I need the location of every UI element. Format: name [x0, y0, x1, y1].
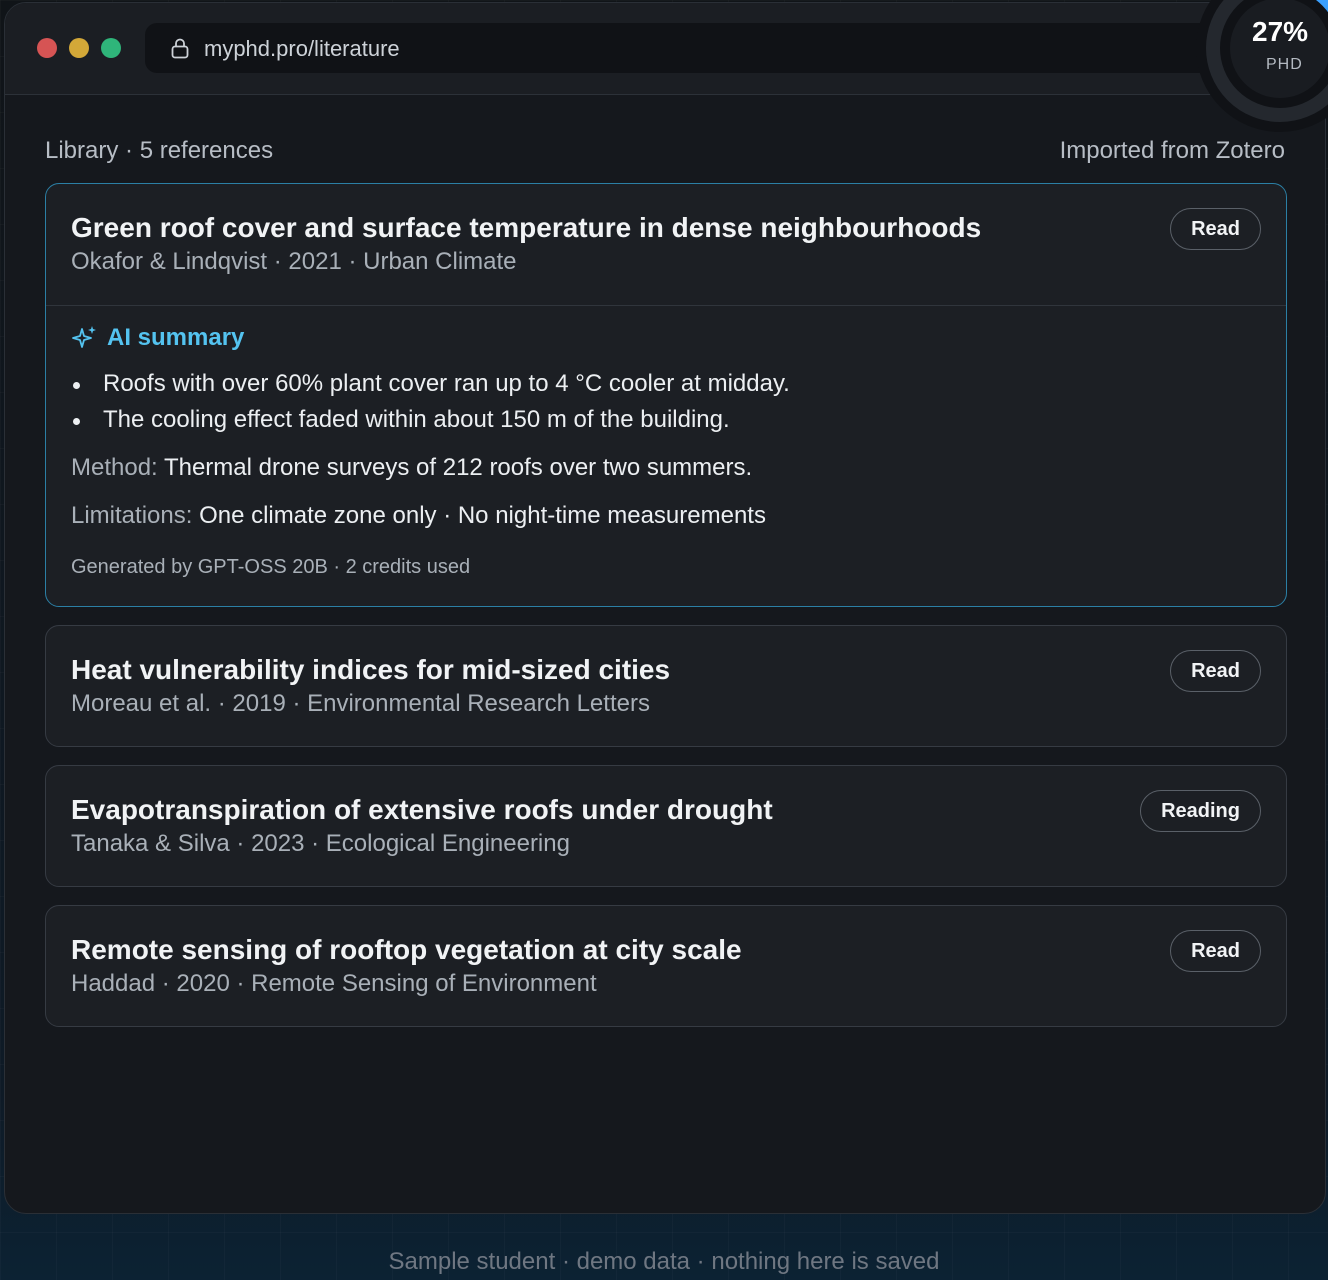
method-text: Thermal drone surveys of 212 roofs over …	[163, 454, 753, 481]
paper-card[interactable]: Green roof cover and surface temperature…	[45, 183, 1287, 607]
paper-card[interactable]: Heat vulnerability indices for mid-sized…	[45, 625, 1287, 747]
paper-card[interactable]: Remote sensing of rooftop vegetation at …	[45, 905, 1287, 1027]
address-bar[interactable]: myphd.pro/literature	[145, 23, 1265, 73]
read-status-button[interactable]: Read	[1170, 208, 1261, 250]
paper-title[interactable]: Evapotranspiration of extensive roofs un…	[71, 794, 773, 826]
library-title: Library · 5 references	[45, 137, 274, 164]
url-text: myphd.pro/literature	[204, 36, 400, 61]
paper-meta: Haddad · 2020 · Remote Sensing of Enviro…	[71, 970, 597, 997]
method-row: Method: Thermal drone surveys of 212 roo…	[71, 454, 752, 482]
minimize-window-button[interactable]	[69, 38, 89, 58]
ai-summary-label: AI summary	[107, 324, 245, 351]
sparkle-icon	[72, 326, 96, 348]
read-status-button[interactable]: Read	[1170, 930, 1261, 972]
read-status-button[interactable]: Read	[1170, 650, 1261, 692]
footer-note: Sample student · demo data · nothing her…	[388, 1248, 940, 1275]
lock-icon	[171, 38, 189, 59]
limitations-label: Limitations:	[71, 502, 193, 529]
limitations-text: One climate zone only · No night-time me…	[199, 502, 766, 529]
summary-bullet: Roofs with over 60% plant cover ran up t…	[71, 370, 790, 406]
card-divider	[46, 305, 1286, 306]
paper-meta: Okafor & Lindqvist · 2021 · Urban Climat…	[71, 248, 517, 275]
summary-bullets: Roofs with over 60% plant cover ran up t…	[71, 370, 790, 442]
progress-label: PHD	[1266, 56, 1303, 73]
paper-title[interactable]: Green roof cover and surface temperature…	[71, 212, 981, 244]
paper-title[interactable]: Heat vulnerability indices for mid-sized…	[71, 654, 670, 686]
summary-bullet: The cooling effect faded within about 15…	[71, 406, 790, 442]
close-window-button[interactable]	[37, 38, 57, 58]
limitations-row: Limitations: One climate zone only · No …	[71, 502, 766, 530]
read-status-button[interactable]: Reading	[1140, 790, 1261, 832]
generation-note: Generated by GPT-OSS 20B · 2 credits use…	[71, 556, 471, 578]
paper-meta: Moreau et al. · 2019 · Environmental Res…	[71, 690, 650, 717]
progress-ring-center	[1230, 0, 1328, 98]
browser-titlebar: myphd.pro/literature	[5, 3, 1325, 95]
browser-window: myphd.pro/literature Library · 5 referen…	[4, 2, 1326, 1214]
progress-percent: 27%	[1252, 16, 1309, 47]
paper-meta: Tanaka & Silva · 2023 · Ecological Engin…	[71, 830, 570, 857]
library-source: Imported from Zotero	[1059, 137, 1285, 164]
method-label: Method:	[71, 454, 158, 481]
paper-card[interactable]: Evapotranspiration of extensive roofs un…	[45, 765, 1287, 887]
maximize-window-button[interactable]	[101, 38, 121, 58]
paper-title[interactable]: Remote sensing of rooftop vegetation at …	[71, 934, 742, 966]
phd-progress-ring[interactable]: 27% PHD	[1196, 0, 1328, 132]
